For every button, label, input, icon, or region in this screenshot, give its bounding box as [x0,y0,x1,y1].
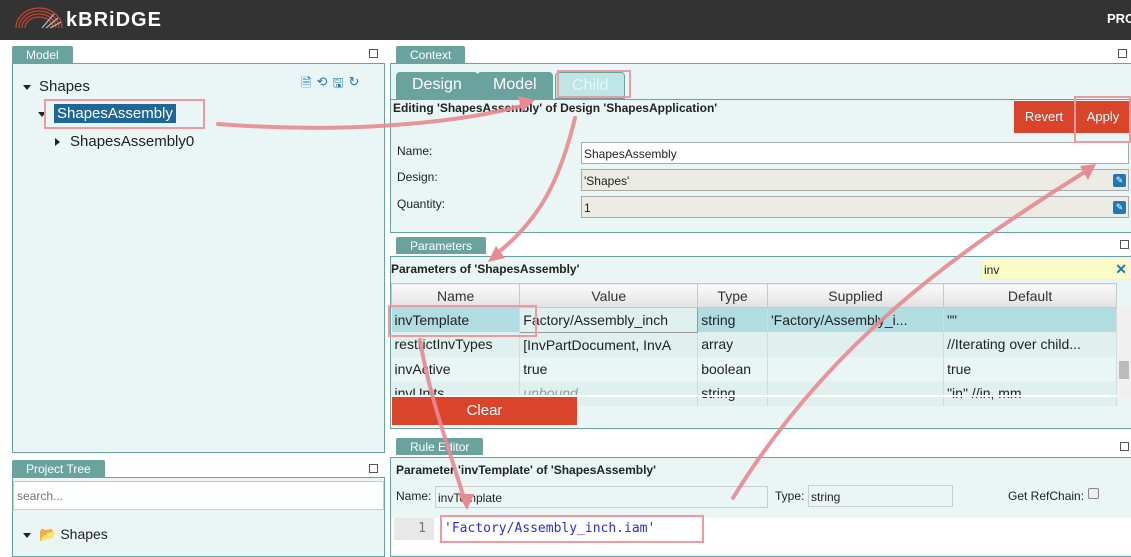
editing-title: Editing 'ShapesAssembly' of Design 'Shap… [393,101,718,115]
scrollbar-thumb[interactable] [1119,361,1129,379]
table-header: Name Value Type Supplied Default [390,283,1117,308]
pencil-icon[interactable]: ✎ [1113,174,1126,187]
revert-button[interactable]: Revert [1014,101,1074,133]
rule-type-field: string [808,485,953,507]
rule-editor-tab[interactable]: Rule Editor [396,438,484,455]
tree-node-shapes[interactable]: Shapes [23,78,90,95]
project-tree-tab[interactable]: Project Tree [12,460,105,477]
rule-editor-title: Parameter 'invTemplate' of 'ShapesAssemb… [396,463,656,477]
quantity-label: Quantity: [397,197,446,211]
refchain-label: Get RefChain: [1008,489,1085,503]
table-row[interactable]: invActive true boolean true [391,356,1117,381]
name-label: Name: [397,144,433,158]
column-header[interactable]: Default [943,283,1117,308]
parameter-filter-input[interactable]: inv ✕ [981,258,1131,280]
clear-button[interactable]: Clear [392,397,577,425]
column-header[interactable]: Supplied [766,283,945,308]
caret-right-icon[interactable] [55,138,60,147]
tree-node-shapesassembly0[interactable]: ShapesAssembly0 [55,133,194,150]
caret-down-icon[interactable] [23,84,31,90]
pencil-icon[interactable]: ✎ [1113,201,1126,214]
maximize-icon[interactable] [369,49,378,58]
line-number: 1 [394,518,434,540]
project-search-input[interactable] [13,481,384,510]
annotation-highlight [557,70,631,98]
design-label: Design: [397,170,438,184]
rule-name-label: Name: [396,489,432,503]
name-input[interactable]: ShapesAssembly [581,142,1129,164]
annotation-highlight [44,99,205,129]
code-file-icon[interactable]: 🗎 [301,74,311,96]
maximize-icon[interactable] [1120,240,1129,249]
folder-open-icon: 📂 [39,526,57,542]
app-header: kBRiDGE PRO [0,0,1131,40]
maximize-icon[interactable] [1120,442,1129,451]
tab-model[interactable]: Model [477,72,553,99]
annotation-highlight [440,515,704,543]
refchain-checkbox[interactable] [1088,488,1099,499]
column-header[interactable]: Value [519,283,699,308]
refresh-icon[interactable]: ↻ [348,74,359,96]
annotation-highlight [388,305,537,337]
design-field: 'Shapes' ✎ [581,169,1129,191]
quantity-field: 1 ✎ [581,196,1129,218]
rule-type-label: Type: [775,489,805,503]
column-header[interactable]: Type [697,283,768,308]
maximize-icon[interactable] [1118,49,1127,58]
clear-filter-icon[interactable]: ✕ [1115,261,1127,278]
rule-name-input[interactable]: invTemplate [435,486,768,508]
model-toolbar: 🗎 ⟲ 🖫 ↻ [301,74,359,96]
project-node-shapes[interactable]: 📂 Shapes [23,526,108,543]
context-panel-tab[interactable]: Context [396,46,466,63]
table-scrollbar[interactable] [1117,307,1131,397]
parameters-panel-tab[interactable]: Parameters [396,237,487,254]
kbridge-logo [15,7,63,29]
parameters-table: Name Value Type Supplied Default invTemp… [390,283,1117,406]
brand-name: kBRiDGE [66,9,162,31]
project-tree-panel: 📂 Shapes [12,477,385,557]
parameters-title: Parameters of 'ShapesAssembly' [391,262,580,276]
save-icon[interactable]: 🖫 [332,74,343,96]
caret-down-icon[interactable] [23,532,31,538]
maximize-icon[interactable] [369,464,378,473]
column-header[interactable]: Name [390,283,521,308]
model-panel-tab[interactable]: Model [12,46,73,63]
history-icon[interactable]: ⟲ [316,74,327,96]
tab-design[interactable]: Design [396,72,478,99]
annotation-highlight [1074,96,1131,143]
header-menu-item[interactable]: PRO [1107,11,1131,26]
